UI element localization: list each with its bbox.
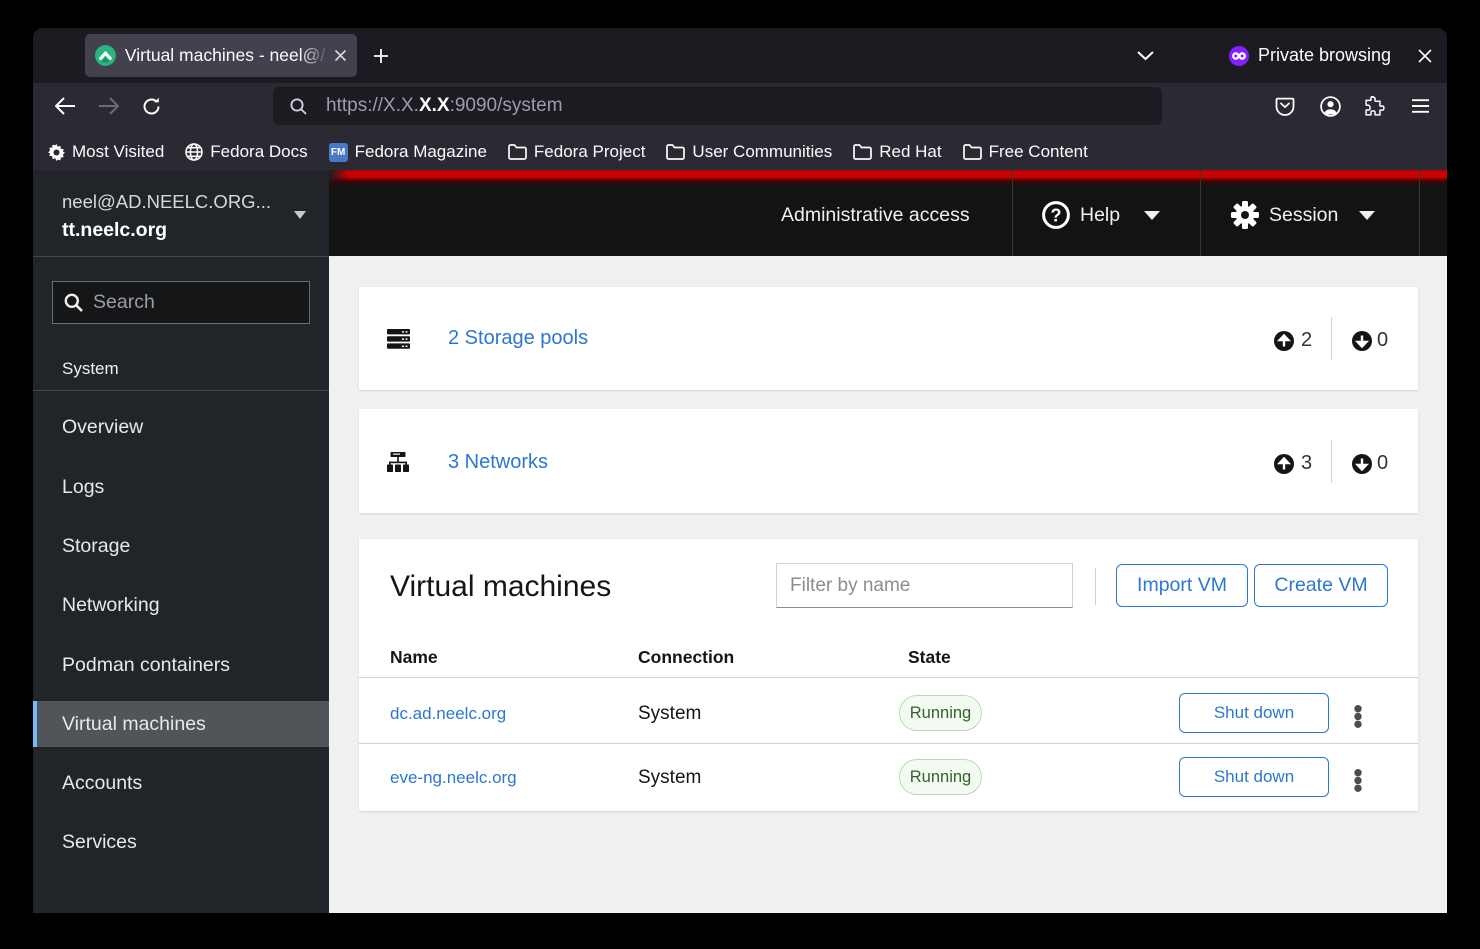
svg-text:?: ? (1051, 206, 1062, 226)
